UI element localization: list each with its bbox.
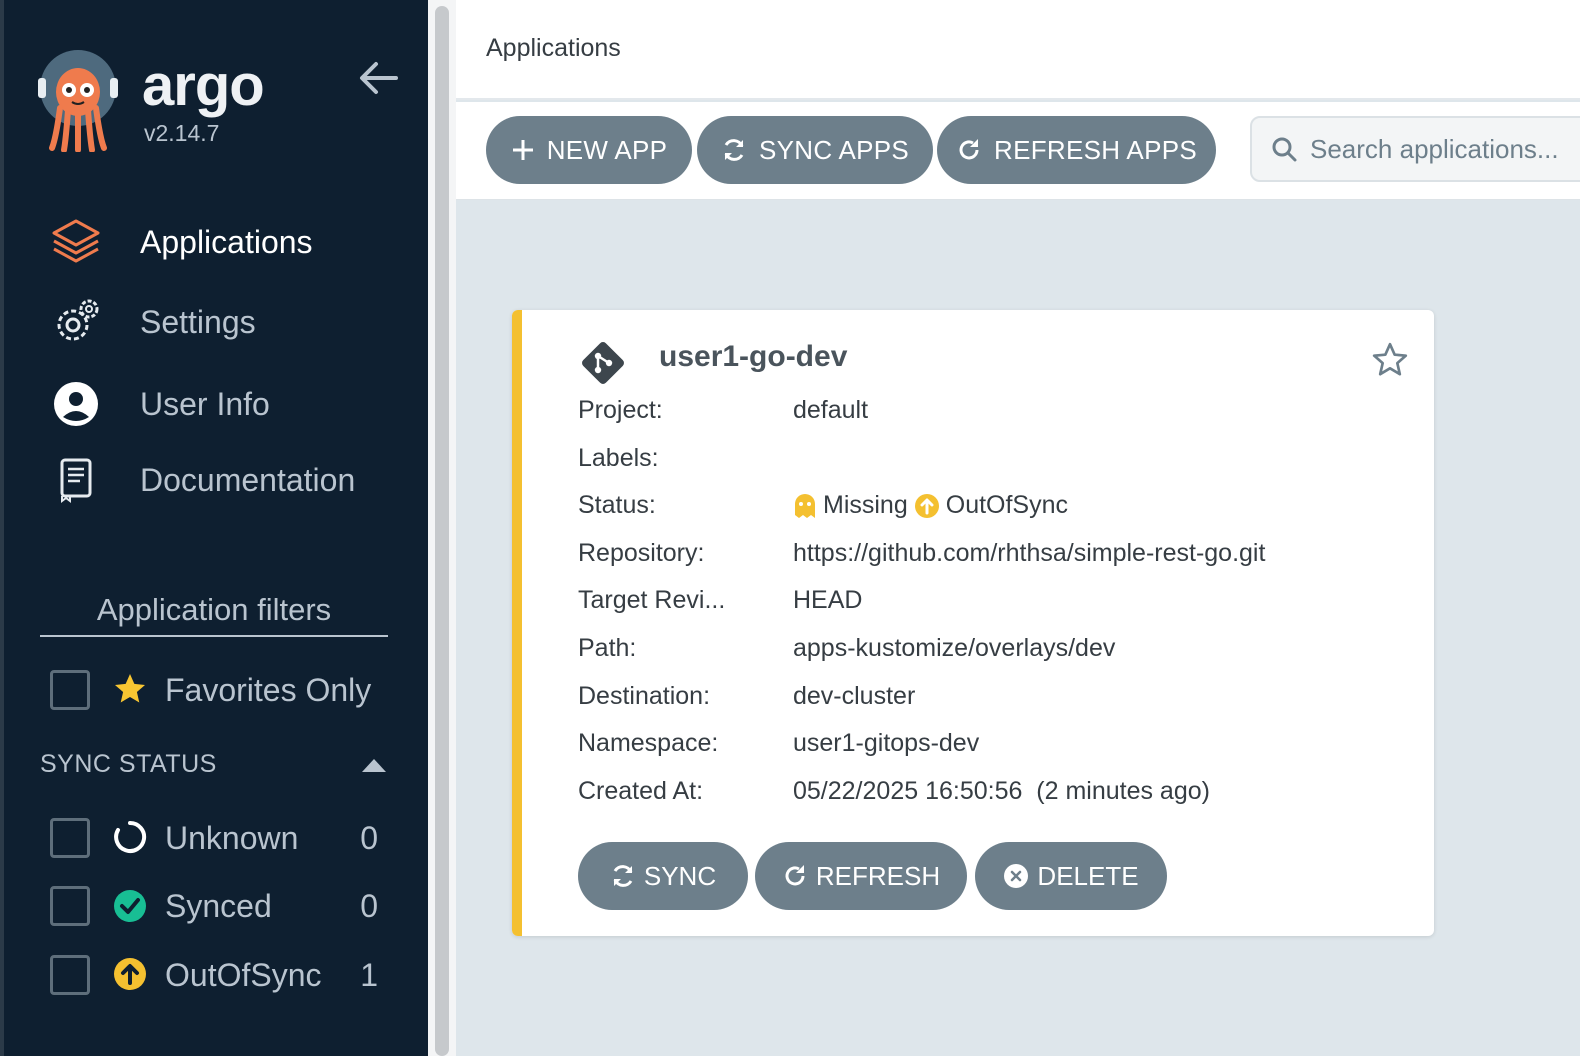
sync-apps-button[interactable]: SYNC APPS: [697, 116, 933, 184]
sync-apps-label: SYNC APPS: [758, 134, 910, 165]
nav-label: User Info: [140, 385, 270, 422]
times-circle-icon: [1004, 864, 1029, 888]
version-label: v2.14.7: [144, 120, 220, 146]
toolbar: NEW APP SYNC APPS REFRESH APPS: [456, 102, 1580, 200]
sidebar-scrollbar-thumb[interactable]: [435, 6, 449, 1056]
application-filters-title: Application filters: [96, 592, 332, 627]
outofsync-filter-label: OutOfSync: [165, 957, 322, 993]
arrow-up-circle-icon: [114, 958, 146, 990]
field-value: user1-gitops-dev: [793, 729, 980, 757]
sync-status: OutOfSync: [945, 491, 1069, 519]
field-value: HEAD: [793, 586, 863, 614]
search-icon: [1272, 137, 1297, 162]
field-value: default: [793, 396, 869, 424]
page-title: Applications: [486, 34, 621, 62]
field-key: Repository:: [578, 539, 705, 567]
favorites-only-label: Favorites Only: [165, 672, 372, 708]
status-values: Missing OutOfSync: [793, 491, 1068, 520]
plus-icon: [512, 140, 533, 160]
nav-settings[interactable]: Settings: [48, 292, 408, 352]
synced-filter-label: Synced: [165, 888, 272, 924]
nav-user-info[interactable]: User Info: [48, 374, 408, 434]
field-key: Labels:: [578, 444, 659, 472]
brand-name: argo: [142, 53, 265, 118]
nav-label: Applications: [140, 223, 313, 260]
status-stripe: [512, 310, 522, 936]
new-app-button[interactable]: NEW APP: [486, 116, 692, 184]
sidebar-edge: [0, 0, 4, 1056]
app-name[interactable]: user1-go-dev: [659, 340, 847, 374]
book-icon: [48, 452, 104, 508]
collapse-sidebar-arrow-icon[interactable]: [358, 60, 398, 96]
delete-label: DELETE: [1037, 860, 1139, 891]
synced-filter-count: 0: [360, 888, 378, 924]
field-key: Namespace:: [578, 729, 719, 757]
sync-label: SYNC: [643, 860, 717, 891]
nav-label: Settings: [140, 303, 256, 340]
new-app-label: NEW APP: [546, 134, 668, 165]
field-repository: Repository: https://github.com/rhthsa/si…: [578, 539, 1408, 571]
unknown-filter-count: 0: [360, 820, 378, 856]
field-key: Target Revi...: [578, 586, 726, 614]
field-labels: Labels:: [578, 444, 1408, 476]
filters-divider: [40, 635, 388, 637]
field-path: Path: apps-kustomize/overlays/dev: [578, 634, 1408, 666]
sync-icon: [613, 865, 633, 887]
arrow-up-circle-icon: [914, 493, 939, 518]
refresh-button[interactable]: REFRESH: [755, 842, 967, 910]
layers-icon: [48, 214, 104, 270]
check-circle-icon: [114, 890, 146, 922]
sync-status-title: SYNC STATUS: [40, 750, 217, 778]
favorite-star-icon[interactable]: [1370, 340, 1410, 380]
synced-filter-checkbox[interactable]: [50, 886, 90, 926]
redo-icon: [959, 139, 979, 160]
top-bar: Applications: [456, 0, 1580, 100]
search-box[interactable]: [1250, 116, 1580, 182]
sidebar: argo v2.14.7 Applications Settings User …: [0, 0, 428, 1056]
nav-documentation[interactable]: Documentation: [48, 450, 408, 510]
refresh-apps-label: REFRESH APPS: [994, 134, 1197, 165]
field-namespace: Namespace: user1-gitops-dev: [578, 729, 1408, 761]
field-value: apps-kustomize/overlays/dev: [793, 634, 1116, 662]
field-key: Status:: [578, 491, 656, 519]
redo-icon: [785, 865, 805, 886]
field-key: Destination:: [578, 682, 711, 710]
sync-icon: [724, 139, 744, 161]
gears-icon: [48, 294, 104, 350]
user-circle-icon: [48, 376, 104, 432]
circle-notch-icon: [114, 820, 147, 853]
unknown-filter-checkbox[interactable]: [50, 818, 90, 858]
field-destination: Destination: dev-cluster: [578, 682, 1408, 714]
star-icon: [115, 674, 145, 703]
field-target-revision: Target Revi... HEAD: [578, 586, 1408, 618]
refresh-apps-button[interactable]: REFRESH APPS: [937, 116, 1216, 184]
application-card[interactable]: user1-go-dev Project: default Labels: St…: [512, 310, 1434, 936]
nav-applications[interactable]: Applications: [48, 212, 408, 272]
search-input[interactable]: [1310, 133, 1580, 165]
git-icon: [582, 342, 624, 384]
field-created-at: Created At: 05/22/2025 16:50:56 (2 minut…: [578, 777, 1408, 809]
sync-button[interactable]: SYNC: [578, 842, 748, 910]
field-key: Project:: [578, 396, 663, 424]
argo-octopus-logo-icon: [38, 50, 118, 152]
delete-button[interactable]: DELETE: [975, 842, 1167, 910]
ghost-icon: [795, 493, 815, 518]
field-key: Created At:: [578, 777, 704, 805]
unknown-filter-label: Unknown: [165, 820, 299, 856]
field-value: 05/22/2025 16:50:56 (2 minutes ago): [793, 777, 1210, 805]
refresh-label: REFRESH: [815, 860, 941, 891]
outofsync-filter-checkbox[interactable]: [50, 955, 90, 995]
field-value: dev-cluster: [793, 682, 916, 710]
outofsync-filter-count: 1: [360, 957, 378, 993]
favorites-only-checkbox[interactable]: [50, 670, 90, 710]
nav-label: Documentation: [140, 461, 356, 498]
health-status: Missing: [823, 491, 908, 519]
field-key: Path:: [578, 634, 637, 662]
field-status: Status: Missing OutOfSync: [578, 491, 1408, 523]
field-project: Project: default: [578, 396, 1408, 428]
caret-up-icon[interactable]: [360, 756, 388, 774]
field-value: https://github.com/rhthsa/simple-rest-go…: [793, 539, 1266, 567]
